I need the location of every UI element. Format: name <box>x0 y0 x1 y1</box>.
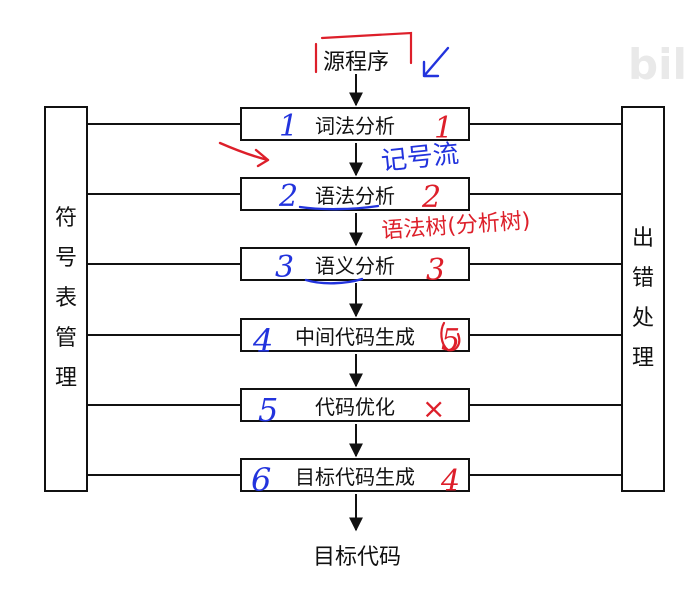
blue-step-number: 1 <box>279 109 298 144</box>
syntax-tree-note: 语法树(分析树) <box>381 209 532 244</box>
compiler-phases-diagram: bili <box>0 0 685 591</box>
blue-step-number: 3 <box>275 250 294 285</box>
blue-underline-mark <box>304 277 364 285</box>
red-step-number: 2 <box>421 180 441 215</box>
blue-step-number: 2 <box>278 179 298 214</box>
blue-arrow-mark <box>422 46 450 78</box>
red-step-number: 4 <box>440 464 460 499</box>
red-arrow-mark <box>218 141 270 168</box>
red-bracket-mark <box>314 31 413 74</box>
token-stream-note: 记号流 <box>380 139 461 177</box>
red-step-number: × <box>422 392 445 425</box>
handwritten-annotations: 1 2 3 4 5 6 1 2 3 5 × 4 记号流 语法树(分析树) <box>218 31 532 499</box>
blue-underline-mark <box>298 204 380 211</box>
red-step-number: 3 <box>426 253 445 288</box>
blue-step-number: 5 <box>258 391 278 429</box>
blue-step-number: 4 <box>252 322 273 360</box>
blue-step-number: 6 <box>251 461 271 499</box>
red-step-number: 5 <box>441 323 460 358</box>
